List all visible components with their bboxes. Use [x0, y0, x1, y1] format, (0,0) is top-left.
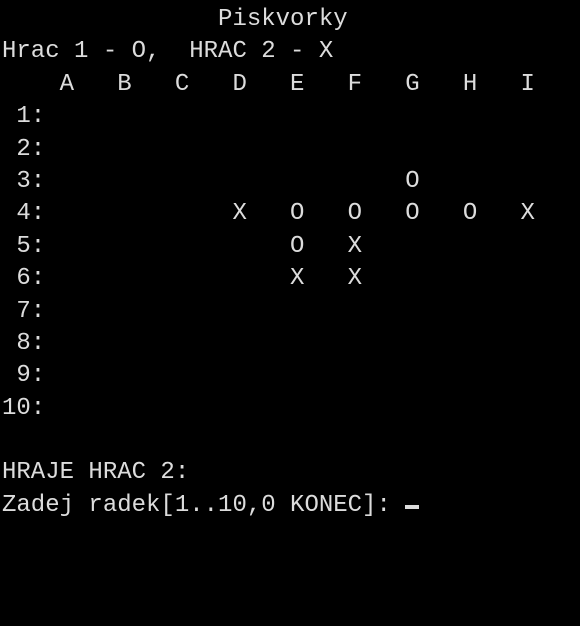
title-pad: [2, 6, 218, 33]
cursor[interactable]: [405, 505, 419, 509]
turn-line: HRAJE HRAC 2:: [2, 459, 189, 486]
game-title: Piskvorky: [218, 6, 348, 33]
column-header: A B C D E F G H I J: [2, 71, 580, 98]
console-screen: Piskvorky Hrac 1 - O, HRAC 2 - X A B C D…: [0, 0, 580, 522]
player-legend: Hrac 1 - O, HRAC 2 - X: [2, 38, 333, 65]
board-rows: 1: 2: 3: O 4: X O O O O X 5: O X 6: X X …: [2, 103, 535, 422]
input-prompt: Zadej radek[1..10,0 KONEC]:: [2, 492, 405, 519]
